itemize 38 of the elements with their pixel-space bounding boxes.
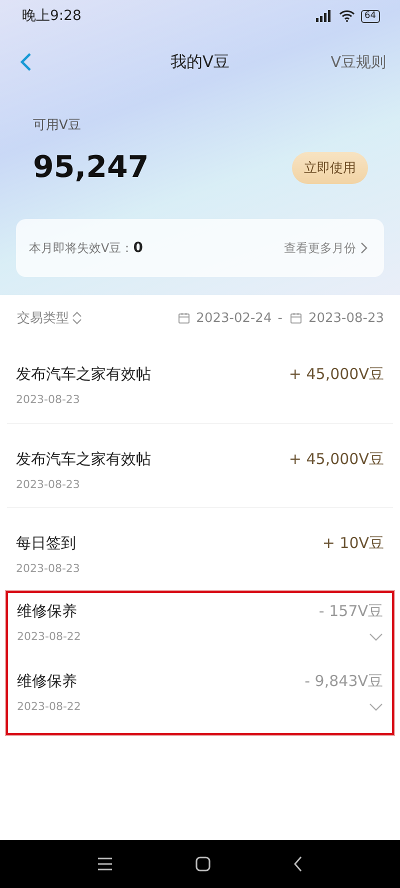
transaction-date: 2023-08-22 (17, 630, 81, 643)
expiring-label: 本月即将失效V豆： (29, 240, 134, 256)
rules-link[interactable]: V豆规则 (330, 52, 386, 72)
sort-icon (71, 311, 83, 325)
transaction-title: 维修保养 (17, 672, 78, 691)
transaction-date: 2023-08-23 (16, 478, 81, 491)
transaction-date: 2023-08-23 (16, 562, 80, 575)
menu-icon[interactable] (97, 857, 113, 871)
transaction-amount: + 45,000V豆 (288, 365, 384, 384)
transaction-title: 发布汽车之家有效帖 (16, 450, 151, 469)
calendar-icon (178, 312, 190, 324)
status-time: 晚上9:28 (22, 7, 82, 25)
transaction-amount: + 45,000V豆 (288, 450, 384, 469)
transaction-date: 2023-08-23 (16, 393, 81, 406)
transaction-title: 维修保养 (17, 602, 78, 621)
expiring-value: 0 (133, 240, 143, 256)
chevron-icon (360, 242, 368, 254)
back-icon[interactable] (293, 856, 303, 872)
use-now-button[interactable]: 立即使用 (292, 152, 368, 184)
balance-label: 可用V豆 (33, 117, 82, 134)
page-title: 我的V豆 (170, 52, 230, 72)
battery-icon: 64 (360, 10, 380, 22)
type-filter[interactable]: 交易类型 (17, 309, 83, 327)
transaction-amount: + 10V豆 (322, 534, 384, 553)
transaction-amount: - 157V豆 (318, 602, 383, 621)
more-months-link[interactable]: 查看更多月份 (284, 240, 368, 256)
end-date[interactable]: 2023-08-23 (308, 310, 384, 326)
balance-value: 95,247 (33, 150, 149, 185)
date-separator: - (278, 310, 282, 326)
signal-icon (314, 10, 333, 22)
transaction-title: 发布汽车之家有效帖 (16, 365, 151, 384)
calendar-icon (290, 312, 302, 324)
wifi-icon (338, 10, 355, 22)
start-date[interactable]: 2023-02-24 (196, 310, 272, 326)
home-icon[interactable] (195, 856, 211, 872)
transaction-title: 每日签到 (16, 534, 77, 553)
transaction-date: 2023-08-22 (17, 700, 81, 713)
transaction-amount: - 9,843V豆 (304, 672, 383, 691)
